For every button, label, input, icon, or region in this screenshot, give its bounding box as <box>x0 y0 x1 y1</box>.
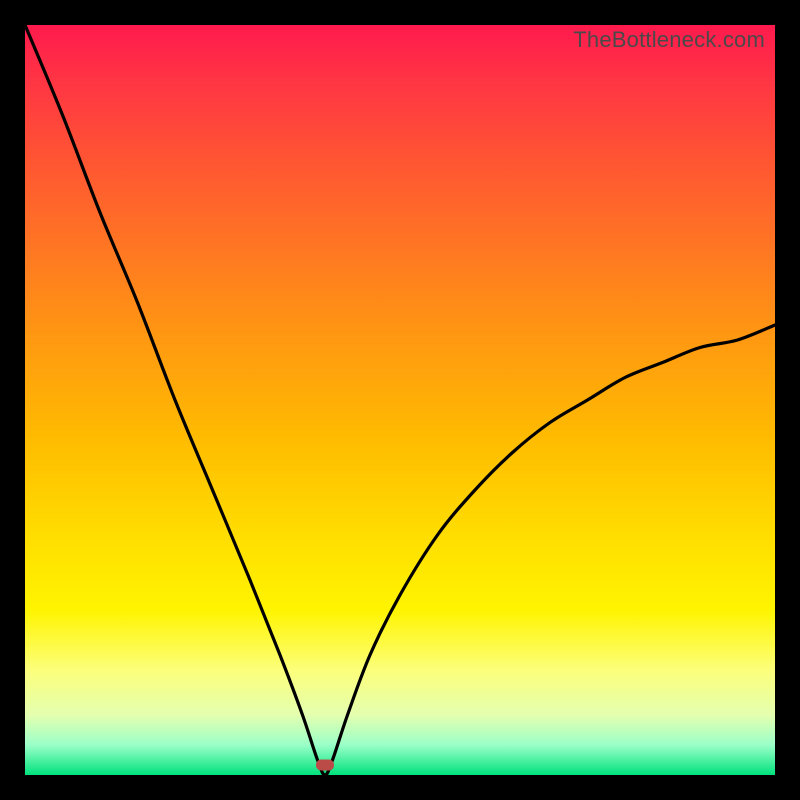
chart-frame: TheBottleneck.com <box>25 25 775 775</box>
optimum-marker <box>316 760 334 771</box>
watermark-text: TheBottleneck.com <box>573 27 765 53</box>
bottleneck-curve <box>25 25 775 775</box>
